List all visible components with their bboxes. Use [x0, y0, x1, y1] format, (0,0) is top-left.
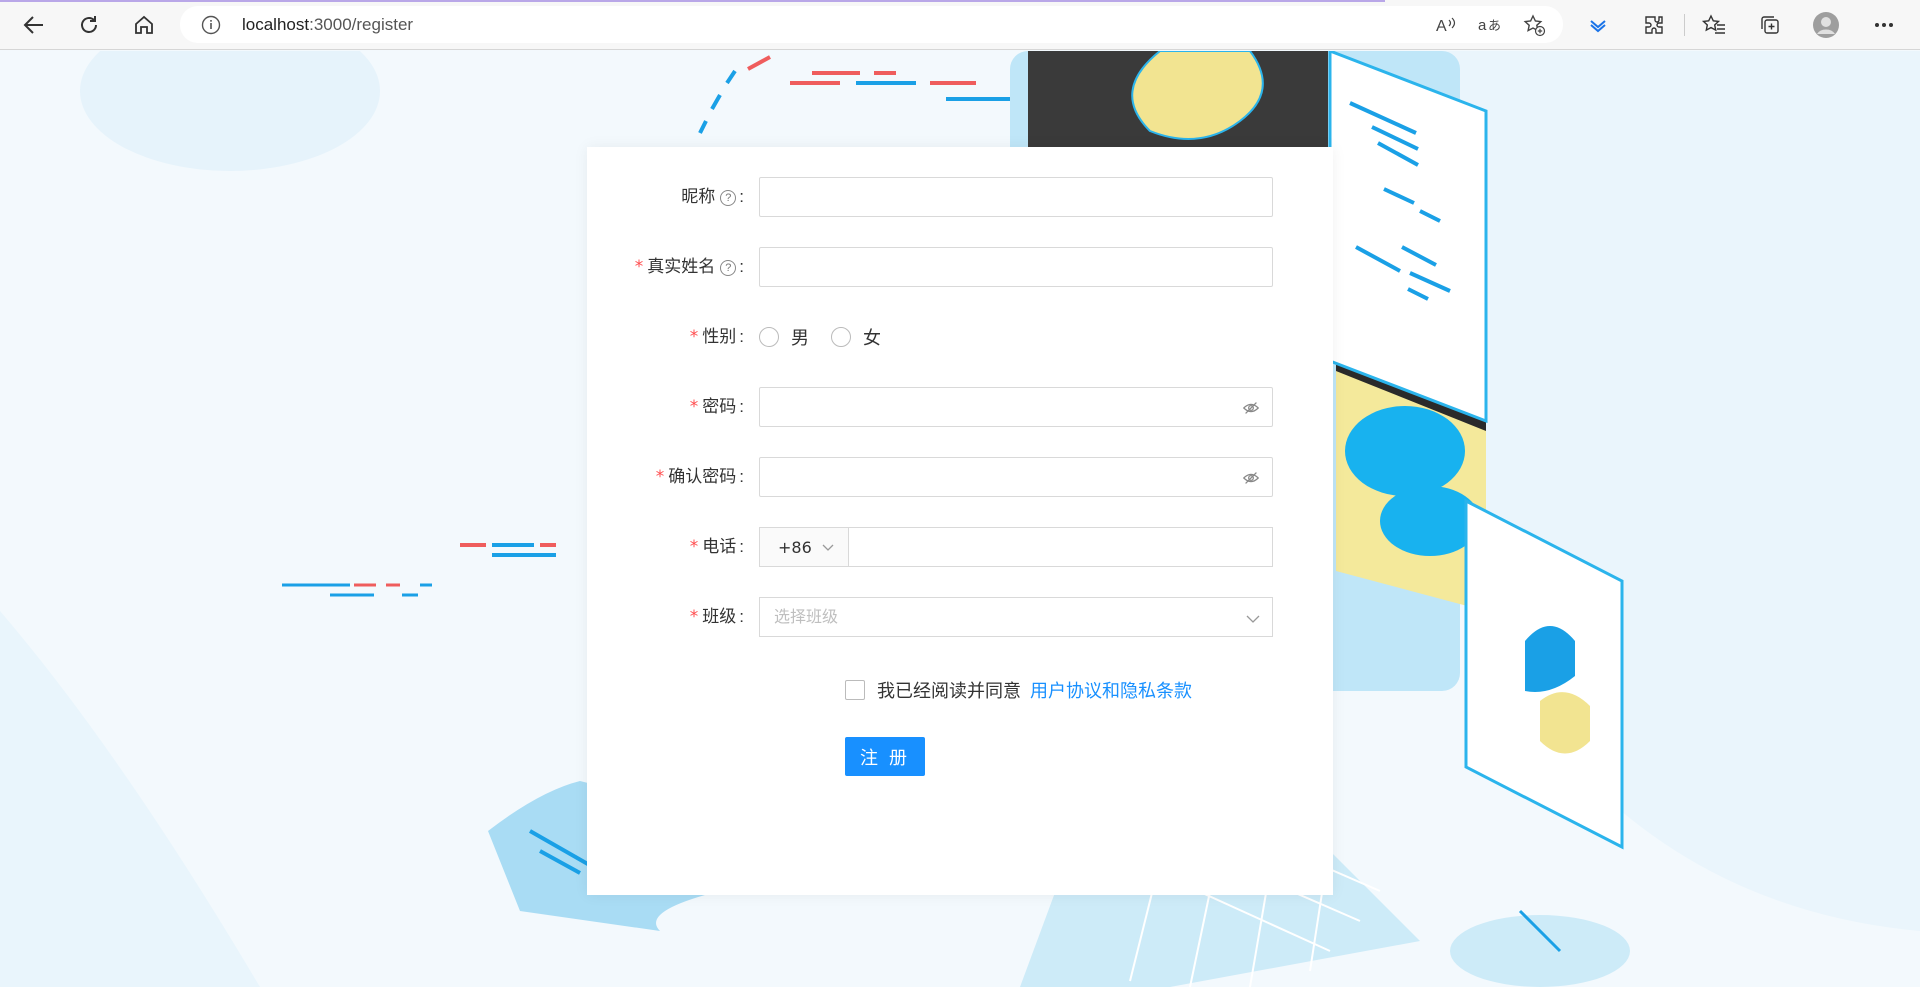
read-aloud-icon[interactable]: A [1434, 13, 1458, 37]
svg-text:a: a [1478, 17, 1487, 34]
required-mark: * [634, 257, 644, 277]
agreement-link[interactable]: 用户协议和隐私条款 [1030, 677, 1192, 703]
nickname-label: 昵称?: [681, 187, 744, 206]
gender-label: * 性别: [689, 327, 744, 347]
required-mark: * [689, 397, 699, 417]
extensions-icon[interactable] [1640, 11, 1668, 39]
profile-avatar[interactable] [1812, 11, 1840, 39]
browser-toolbar: localhost:3000/register A aあ [0, 0, 1920, 50]
password-input[interactable] [759, 387, 1273, 427]
confirm-password-row: * 确认密码: [587, 457, 1333, 497]
password-row: * 密码: [587, 387, 1333, 427]
class-select[interactable]: 选择班级 [759, 597, 1273, 637]
required-mark: * [689, 607, 699, 627]
back-icon[interactable] [18, 9, 50, 41]
svg-text:あ: あ [1488, 19, 1501, 34]
phone-label: * 电话: [689, 537, 744, 557]
phone-input[interactable] [848, 527, 1273, 567]
register-button[interactable]: 注 册 [845, 737, 925, 776]
url-text[interactable]: localhost:3000/register [242, 6, 413, 43]
chevron-down-icon [1246, 615, 1260, 623]
nickname-input[interactable] [759, 177, 1273, 217]
more-icon[interactable] [1870, 11, 1898, 39]
url-host: localhost [242, 15, 310, 34]
agreement-checkbox[interactable] [845, 680, 865, 700]
home-icon[interactable] [128, 9, 160, 41]
realname-row: * 真实姓名?: [587, 247, 1333, 287]
refresh-icon[interactable] [73, 9, 105, 41]
radio-circle[interactable] [759, 327, 779, 347]
required-mark: * [689, 537, 699, 557]
eye-invisible-icon[interactable] [1242, 469, 1260, 487]
gender-female-radio[interactable]: 女 [831, 324, 881, 350]
chevron-down-icon [822, 544, 834, 551]
address-bar[interactable]: localhost:3000/register A aあ [180, 6, 1563, 43]
favorites-icon[interactable] [1700, 11, 1728, 39]
translate-icon[interactable]: aあ [1478, 13, 1502, 37]
required-mark: * [655, 467, 665, 487]
gender-radio-group: 男 女 [759, 317, 903, 357]
agreement-text: 我已经阅读并同意 [877, 681, 1021, 701]
url-path: :3000/register [309, 15, 414, 34]
question-circle-icon[interactable]: ? [720, 190, 737, 206]
nickname-row: 昵称?: [587, 177, 1333, 217]
favorite-add-icon[interactable] [1522, 13, 1546, 37]
gender-male-radio[interactable]: 男 [759, 324, 809, 350]
realname-input[interactable] [759, 247, 1273, 287]
phone-prefix-value: +86 [778, 537, 812, 557]
toolbar-separator [1684, 14, 1685, 36]
loading-progress-bar [0, 0, 1385, 2]
confirm-password-label: * 确认密码: [655, 467, 744, 487]
svg-text:A: A [1436, 18, 1447, 35]
phone-prefix-select[interactable]: +86 [759, 527, 848, 567]
collections-icon[interactable] [1756, 11, 1784, 39]
download-icon[interactable] [1584, 11, 1612, 39]
realname-label: * 真实姓名?: [634, 257, 744, 277]
register-form-card: 昵称?: * 真实姓名?: * 性别: 男 女 * 密码: * 确认密码: * 电话: +… [587, 147, 1333, 895]
class-select-placeholder: 选择班级 [774, 609, 839, 626]
info-icon[interactable] [200, 14, 221, 35]
radio-circle[interactable] [831, 327, 851, 347]
required-mark: * [689, 327, 699, 347]
phone-row: * 电话: +86 [587, 527, 1333, 567]
password-label: * 密码: [689, 397, 744, 417]
question-circle-icon[interactable]: ? [720, 260, 737, 276]
agreement-row: 我已经阅读并同意 用户协议和隐私条款 [845, 675, 1192, 705]
class-row: * 班级: 选择班级 [587, 597, 1333, 637]
gender-row: * 性别: 男 女 [587, 317, 1333, 357]
confirm-password-input[interactable] [759, 457, 1273, 497]
eye-invisible-icon[interactable] [1242, 399, 1260, 417]
class-label: * 班级: [689, 607, 744, 627]
